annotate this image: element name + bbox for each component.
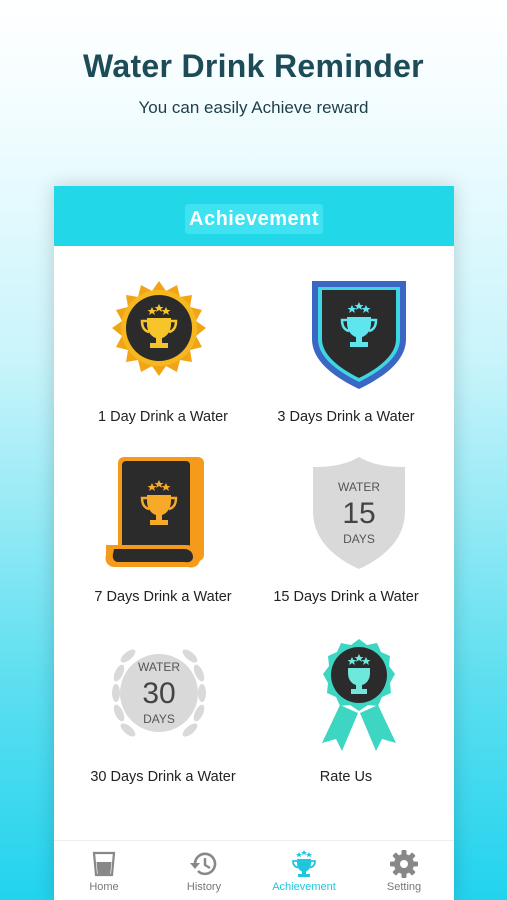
trophy-icon	[289, 849, 319, 879]
rate-us-button[interactable]: Rate Us	[254, 621, 454, 801]
teal-ribbon-trophy-badge-icon	[304, 633, 414, 753]
achievement-1-day[interactable]: 1 Day Drink a Water	[54, 261, 254, 441]
promo-title: Water Drink Reminder	[83, 48, 424, 84]
gold-sun-trophy-badge-icon	[104, 273, 214, 393]
nav-label: Achievement	[272, 881, 336, 893]
promo-subtitle: You can easily Achieve reward	[138, 98, 369, 117]
blue-shield-trophy-badge-icon	[304, 273, 414, 393]
badge-word-days: DAYS	[343, 532, 375, 546]
nav-home[interactable]: Home	[54, 841, 154, 900]
badge-number: 15	[342, 497, 375, 530]
gear-icon	[389, 849, 419, 879]
nav-label: Setting	[386, 881, 422, 893]
achievement-7-days[interactable]: 7 Days Drink a Water	[54, 441, 254, 621]
badge-number: 30	[142, 677, 175, 710]
badge-word-water: WATER	[138, 660, 180, 674]
achievement-30-days[interactable]: WATER 30 DAYS 30 Days Drink a Water	[54, 621, 254, 801]
nav-history[interactable]: History	[154, 841, 254, 900]
achievement-15-days[interactable]: WATER 15 DAYS 15 Days Drink a Water	[254, 441, 454, 621]
nav-label: Home	[89, 881, 119, 893]
grey-laurel-30-days-icon: WATER 30 DAYS	[104, 633, 214, 753]
page-title: Achievement	[185, 204, 323, 234]
nav-setting[interactable]: Setting	[354, 841, 454, 900]
history-icon	[189, 849, 219, 879]
achievement-label: Rate Us	[319, 769, 373, 785]
grey-shield-15-days-icon: WATER 15 DAYS	[304, 453, 414, 573]
glass-icon	[89, 849, 119, 879]
app-screen: Achievement 1 Day Drink a Water 3 Days D…	[54, 186, 454, 900]
orange-scroll-trophy-badge-icon	[104, 453, 214, 573]
app-bar: Achievement	[54, 186, 454, 246]
badge-word-days: DAYS	[143, 712, 175, 726]
badge-word-water: WATER	[338, 480, 380, 494]
nav-label: History	[186, 881, 222, 893]
nav-achievement[interactable]: Achievement	[254, 841, 354, 900]
achievement-label: 3 Days Drink a Water	[277, 409, 415, 425]
achievement-3-days[interactable]: 3 Days Drink a Water	[254, 261, 454, 441]
bottom-navigation: Home History Achievement Setting	[54, 840, 454, 900]
achievement-label: 15 Days Drink a Water	[273, 589, 419, 605]
